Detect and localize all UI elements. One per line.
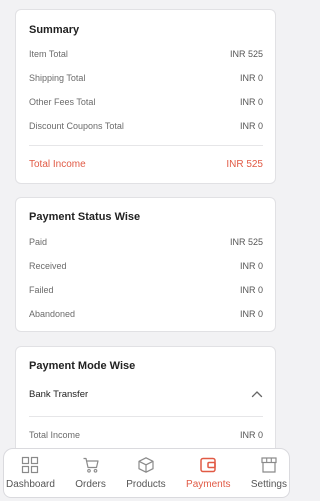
row-label: Failed xyxy=(29,285,54,295)
row-label: Total Income xyxy=(29,430,81,440)
row-label: Other Fees Total xyxy=(29,97,96,107)
row-label: Shipping Total xyxy=(29,73,86,83)
row-label: Item Total xyxy=(29,49,68,59)
status-row-received: Received INR 0 xyxy=(29,259,263,273)
row-value: INR 0 xyxy=(239,285,263,295)
total-value: INR 525 xyxy=(226,158,263,170)
row-value: INR 0 xyxy=(239,121,263,131)
grid-icon xyxy=(21,456,39,474)
status-row-abandoned: Abandoned INR 0 xyxy=(29,307,263,321)
nav-label: Products xyxy=(126,479,166,490)
payment-status-card: Payment Status Wise Paid INR 525 Receive… xyxy=(15,197,276,332)
total-label: Total Income xyxy=(29,158,86,170)
cart-icon xyxy=(82,456,100,474)
box-icon xyxy=(137,456,155,474)
row-label: Paid xyxy=(29,237,48,247)
status-row-paid: Paid INR 525 xyxy=(29,235,263,249)
nav-label: Payments xyxy=(186,479,231,490)
row-value: INR 0 xyxy=(239,309,263,319)
row-label: Discount Coupons Total xyxy=(29,121,124,131)
nav-orders[interactable]: Orders xyxy=(75,449,106,497)
nav-label: Orders xyxy=(75,479,106,490)
nav-label: Dashboard xyxy=(6,479,55,490)
summary-row-shipping-total: Shipping Total INR 0 xyxy=(29,71,263,85)
row-value: INR 0 xyxy=(239,73,263,83)
mode-row-total-income: Total Income INR 0 xyxy=(29,428,263,442)
bank-transfer-accordion[interactable]: Bank Transfer xyxy=(29,386,263,402)
row-label: Abandoned xyxy=(29,309,76,319)
row-value: INR 0 xyxy=(239,430,263,440)
payment-mode-title: Payment Mode Wise xyxy=(29,360,136,372)
summary-total-income: Total Income INR 525 xyxy=(29,157,263,171)
nav-payments[interactable]: Payments xyxy=(186,449,231,497)
mode-divider xyxy=(29,416,263,417)
summary-row-other-fees-total: Other Fees Total INR 0 xyxy=(29,95,263,109)
wallet-icon xyxy=(199,456,217,474)
nav-products[interactable]: Products xyxy=(126,449,166,497)
payment-status-title: Payment Status Wise xyxy=(29,211,141,223)
chevron-up-icon[interactable] xyxy=(251,390,263,398)
row-value: INR 525 xyxy=(229,237,263,247)
row-value: INR 525 xyxy=(229,49,263,59)
summary-title: Summary xyxy=(29,24,80,36)
payments-screen: Summary Item Total INR 525 Shipping Tota… xyxy=(0,0,293,501)
row-value: INR 0 xyxy=(239,261,263,271)
accordion-label: Bank Transfer xyxy=(29,388,89,400)
nav-dashboard[interactable]: Dashboard xyxy=(6,449,55,497)
nav-settings[interactable]: Settings xyxy=(251,449,287,497)
nav-label: Settings xyxy=(250,479,287,490)
summary-row-discount-coupons-total: Discount Coupons Total INR 0 xyxy=(29,119,263,133)
status-row-failed: Failed INR 0 xyxy=(29,283,263,297)
summary-divider xyxy=(29,145,263,146)
summary-row-item-total: Item Total INR 525 xyxy=(29,47,263,61)
row-label: Received xyxy=(29,261,67,271)
store-icon xyxy=(260,456,278,474)
row-value: INR 0 xyxy=(239,97,263,107)
summary-card: Summary Item Total INR 525 Shipping Tota… xyxy=(15,9,276,184)
bottom-navigation: Dashboard Orders Products Payments Setti… xyxy=(3,448,290,498)
